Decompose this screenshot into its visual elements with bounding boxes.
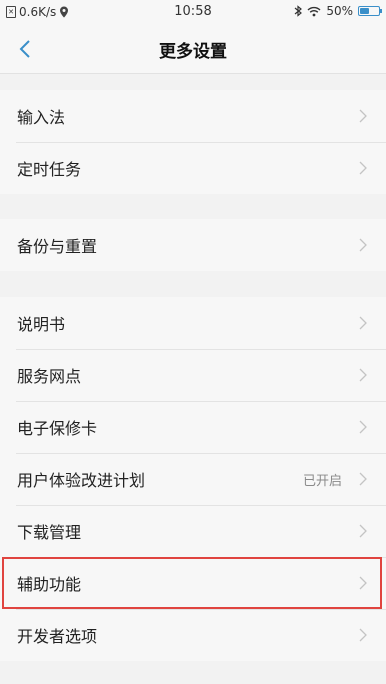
title-bar: 更多设置 (0, 24, 386, 74)
setting-status-value: 已开启 (302, 473, 342, 489)
setting-e-warranty-card[interactable]: 电子保修卡 (0, 401, 386, 453)
chevron-right-icon (359, 524, 367, 538)
status-bar: ✕ 0.6K/s 10:58 50% (0, 0, 386, 24)
chevron-right-icon (359, 576, 367, 590)
page-title: 更多设置 (159, 42, 227, 62)
status-right: 50% (294, 4, 382, 18)
settings-group-1: 输入法 定时任务 (0, 90, 386, 194)
chevron-right-icon (359, 161, 367, 175)
setting-user-experience-program[interactable]: 用户体验改进计划 已开启 (0, 453, 386, 505)
setting-label: 开发者选项 (17, 627, 98, 646)
setting-download-manager[interactable]: 下载管理 (0, 505, 386, 557)
setting-service-centers[interactable]: 服务网点 (0, 349, 386, 401)
battery-percent: 50% (326, 4, 353, 18)
setting-label: 定时任务 (17, 160, 82, 179)
battery-fill (360, 8, 369, 14)
settings-group-2: 备份与重置 (0, 219, 386, 271)
setting-label: 电子保修卡 (17, 419, 98, 438)
setting-label: 辅助功能 (17, 575, 82, 594)
setting-label: 用户体验改进计划 (17, 471, 146, 490)
chevron-right-icon (359, 628, 367, 642)
chevron-right-icon (359, 316, 367, 330)
chevron-right-icon (359, 368, 367, 382)
setting-scheduled-tasks[interactable]: 定时任务 (0, 142, 386, 194)
setting-label: 服务网点 (17, 367, 82, 386)
chevron-right-icon (359, 472, 367, 486)
setting-label: 下载管理 (17, 523, 82, 542)
setting-manual[interactable]: 说明书 (0, 297, 386, 349)
settings-group-3: 说明书 服务网点 电子保修卡 用户体验改进计划 已开启 下载管理 辅助功能 开发… (0, 297, 386, 661)
setting-label: 输入法 (17, 108, 66, 127)
chevron-right-icon (359, 420, 367, 434)
setting-backup-reset[interactable]: 备份与重置 (0, 219, 386, 271)
setting-label: 说明书 (17, 315, 66, 334)
setting-input-method[interactable]: 输入法 (0, 90, 386, 142)
bluetooth-icon (294, 5, 303, 17)
battery-icon (358, 6, 382, 16)
setting-accessibility[interactable]: 辅助功能 (0, 557, 386, 609)
chevron-right-icon (359, 238, 367, 252)
wifi-icon (307, 6, 321, 16)
setting-developer-options[interactable]: 开发者选项 (0, 609, 386, 661)
chevron-right-icon (359, 109, 367, 123)
setting-label: 备份与重置 (17, 237, 98, 256)
